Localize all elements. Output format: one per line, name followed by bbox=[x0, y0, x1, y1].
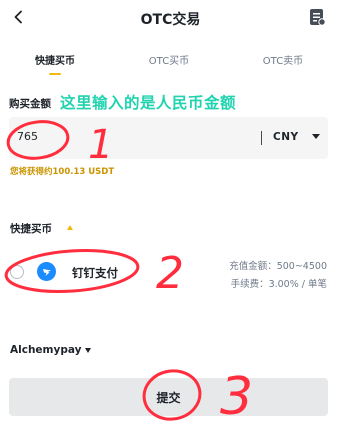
header: OTC交易 bbox=[0, 0, 341, 36]
dingtalk-icon bbox=[37, 262, 56, 281]
annotation-text: 这里输入的是人民币金额 bbox=[60, 94, 237, 112]
document-list-icon bbox=[310, 9, 326, 26]
receive-estimate: 您将获得约100.13 USDT bbox=[10, 167, 115, 177]
amount-input-box[interactable]: 765 CNY bbox=[9, 117, 328, 159]
active-tab-indicator bbox=[49, 73, 61, 75]
provider-select[interactable]: Alchemypay bbox=[10, 344, 81, 356]
payment-method-name[interactable]: 钉钉支付 bbox=[72, 265, 118, 281]
amount-input[interactable]: 765 bbox=[17, 130, 38, 143]
caret-up-icon[interactable] bbox=[67, 225, 73, 230]
payment-limit: 充值金额：500~4500 bbox=[229, 261, 327, 272]
order-history-button[interactable] bbox=[307, 7, 327, 27]
caret-down-icon[interactable] bbox=[85, 348, 91, 353]
annotation-mark-2: 2 bbox=[156, 248, 184, 299]
tab-quick-buy[interactable]: 快捷买币 bbox=[10, 52, 100, 67]
tab-bar: 快捷买币 OTC买币 OTC卖币 bbox=[0, 48, 341, 76]
page-title: OTC交易 bbox=[140, 12, 201, 28]
amount-label: 购买金额 bbox=[9, 98, 51, 110]
dingtalk-wing-icon bbox=[42, 268, 51, 276]
submit-button[interactable]: 提交 bbox=[9, 378, 328, 416]
payment-fee: 手续费：3.00% / 单笔 bbox=[230, 279, 327, 290]
currency-select[interactable]: CNY bbox=[273, 131, 299, 143]
tab-otc-sell[interactable]: OTC卖币 bbox=[238, 52, 328, 67]
tab-otc-buy[interactable]: OTC买币 bbox=[124, 52, 214, 67]
input-divider bbox=[261, 131, 262, 145]
payment-radio[interactable] bbox=[10, 265, 24, 279]
quick-buy-label[interactable]: 快捷买币 bbox=[10, 221, 52, 236]
caret-down-icon[interactable] bbox=[312, 134, 320, 139]
